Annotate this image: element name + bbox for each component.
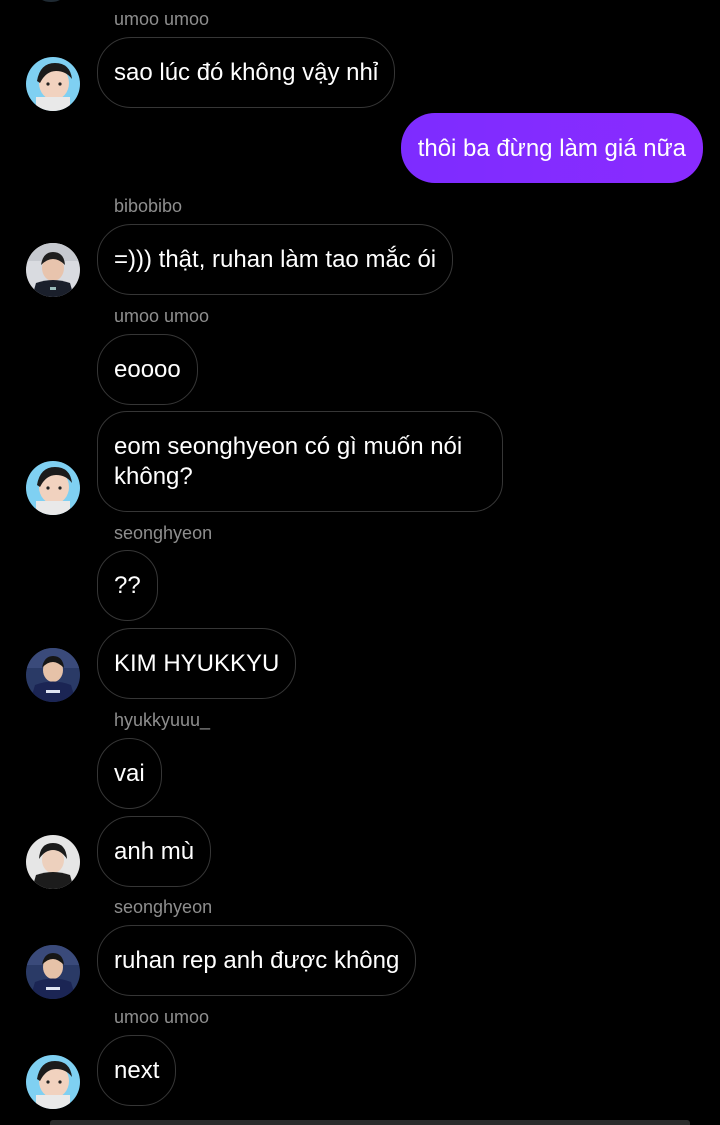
avatar-umoo[interactable] xyxy=(26,57,80,111)
message-bubble[interactable]: eom seonghyeon có gì muốn nói không? xyxy=(97,411,503,512)
sender-name: umoo umoo xyxy=(114,1007,210,1027)
avatar-seonghyeon[interactable] xyxy=(26,945,80,999)
sender-name: seonghyeon xyxy=(114,897,213,917)
message-bubble[interactable]: sao lúc đó không vậy nhỉ xyxy=(97,37,396,108)
message-text: eoooo xyxy=(114,356,181,383)
message-text: sao lúc đó không vậy nhỉ xyxy=(114,59,379,86)
message-bubble[interactable]: next xyxy=(97,1035,177,1106)
message-text: =))) thật, ruhan làm tao mắc ói xyxy=(114,246,437,273)
avatar-bibobibo[interactable] xyxy=(26,243,80,297)
message-bubble[interactable]: =))) thật, ruhan làm tao mắc ói xyxy=(97,224,454,295)
message-bubble[interactable]: ruhan rep anh được không xyxy=(97,925,417,996)
message-bubble[interactable]: vai xyxy=(97,738,162,809)
message-text: ?? xyxy=(114,572,141,599)
composer-edge xyxy=(50,1120,690,1125)
avatar-hyukkyuuu[interactable] xyxy=(26,835,80,889)
chat-thread[interactable]: umoo umoo sao lúc đó không vậy nhỉ thôi … xyxy=(0,0,720,1125)
sender-name: seonghyeon xyxy=(114,523,213,543)
message-bubble[interactable]: eoooo xyxy=(97,334,198,405)
message-bubble[interactable]: ?? xyxy=(97,550,158,621)
message-text: KIM HYUKKYU xyxy=(114,650,280,677)
message-text: next xyxy=(114,1057,160,1084)
message-bubble[interactable]: KIM HYUKKYU xyxy=(97,628,297,699)
message-text: ruhan rep anh được không xyxy=(114,947,400,974)
message-text: thôi ba đừng làm giá nữa xyxy=(417,135,686,162)
message-bubble[interactable]: anh mù xyxy=(97,816,212,887)
avatar-partial xyxy=(40,0,62,2)
avatar-umoo[interactable] xyxy=(26,1055,80,1109)
sender-name: bibobibo xyxy=(114,196,183,216)
avatar-seonghyeon[interactable] xyxy=(26,648,80,702)
sender-name: umoo umoo xyxy=(114,9,210,29)
sender-name: umoo umoo xyxy=(114,306,210,326)
message-text: anh mù xyxy=(114,838,195,865)
message-text: eom seonghyeon có gì muốn nói không? xyxy=(114,433,463,490)
avatar-umoo[interactable] xyxy=(26,461,80,515)
sent-message-bubble[interactable]: thôi ba đừng làm giá nữa xyxy=(400,113,703,183)
message-text: vai xyxy=(114,760,145,787)
sender-name: hyukkyuuu_ xyxy=(114,710,211,730)
